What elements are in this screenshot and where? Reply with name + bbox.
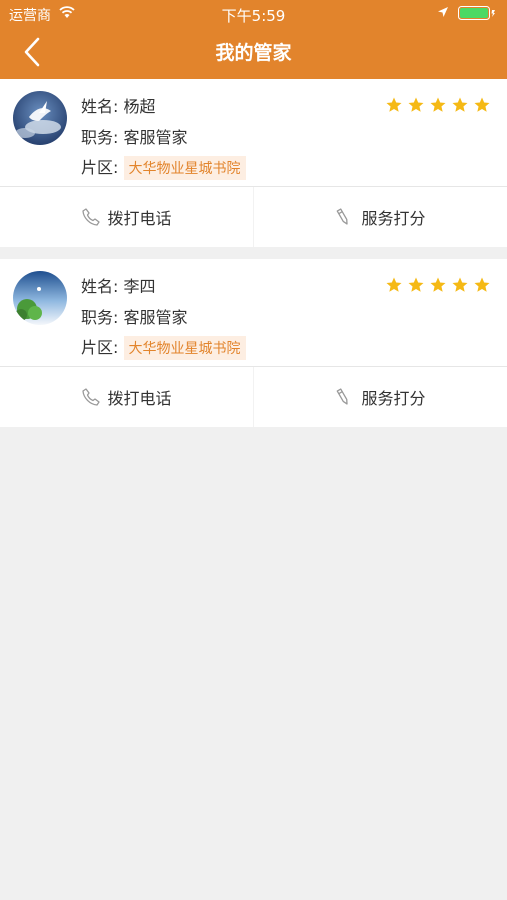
area-row: 片区: 大华物业星城书院: [81, 154, 246, 180]
star-icon: [405, 276, 427, 294]
phone-icon: [81, 387, 101, 407]
butler-name: 杨超: [124, 97, 156, 116]
area-tag: 大华物业星城书院: [124, 336, 246, 360]
status-bar: 运营商 下午5:59: [0, 0, 507, 28]
star-icon: [427, 96, 449, 114]
location-arrow-icon: [437, 6, 449, 18]
rating-stars: [383, 96, 493, 114]
pencil-icon: [335, 207, 355, 227]
butler-role: 客服管家: [124, 308, 188, 327]
avatar: [13, 91, 67, 145]
pencil-icon: [335, 387, 355, 407]
star-icon: [427, 276, 449, 294]
rating-stars: [383, 276, 493, 294]
status-time: 下午5:59: [0, 5, 507, 26]
star-icon: [383, 276, 405, 294]
star-icon: [449, 276, 471, 294]
butler-card: 姓名: 李四 职务: 客服管家 片区: 大华物业星城书院 拨打电话 服务打分: [0, 259, 507, 427]
call-label: 拨打电话: [107, 385, 171, 409]
area-tag: 大华物业星城书院: [124, 156, 246, 180]
action-bar: 拨打电话 服务打分: [0, 187, 507, 247]
star-icon: [471, 96, 493, 114]
call-button[interactable]: 拨打电话: [0, 367, 253, 427]
name-label: 姓名:: [81, 97, 118, 116]
butler-name: 李四: [124, 277, 156, 296]
role-row: 职务: 客服管家: [81, 304, 188, 328]
rate-label: 服务打分: [361, 385, 425, 409]
rate-service-button[interactable]: 服务打分: [254, 187, 507, 247]
name-label: 姓名:: [81, 277, 118, 296]
rate-label: 服务打分: [361, 205, 425, 229]
name-row: 姓名: 杨超: [81, 93, 156, 117]
star-icon: [449, 96, 471, 114]
name-row: 姓名: 李四: [81, 273, 156, 297]
area-label: 片区:: [81, 338, 118, 357]
action-bar: 拨打电话 服务打分: [0, 367, 507, 427]
call-label: 拨打电话: [107, 205, 171, 229]
nav-header: 运营商 下午5:59 我的管家: [0, 0, 507, 79]
rate-service-button[interactable]: 服务打分: [254, 367, 507, 427]
area-row: 片区: 大华物业星城书院: [81, 334, 246, 360]
role-row: 职务: 客服管家: [81, 124, 188, 148]
star-icon: [405, 96, 427, 114]
call-button[interactable]: 拨打电话: [0, 187, 253, 247]
page-title: 我的管家: [0, 38, 507, 65]
battery-icon: [458, 6, 496, 20]
butler-card: 姓名: 杨超 职务: 客服管家 片区: 大华物业星城书院 拨打电话 服务打分: [0, 79, 507, 247]
area-label: 片区:: [81, 158, 118, 177]
star-icon: [471, 276, 493, 294]
butler-role: 客服管家: [124, 128, 188, 147]
role-label: 职务:: [81, 308, 118, 327]
phone-icon: [81, 207, 101, 227]
role-label: 职务:: [81, 128, 118, 147]
star-icon: [383, 96, 405, 114]
avatar: [13, 271, 67, 325]
